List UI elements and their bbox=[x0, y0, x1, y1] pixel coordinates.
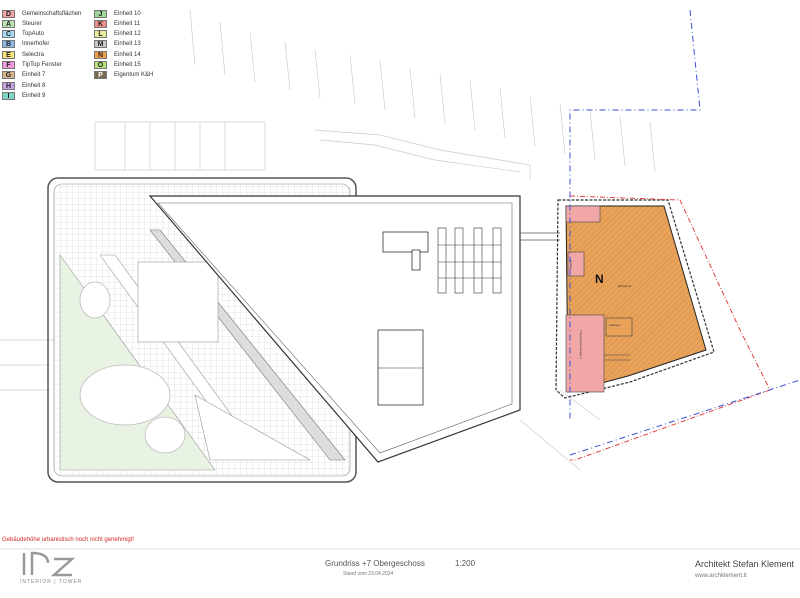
legend-label: TipTop Fenster bbox=[22, 62, 62, 68]
legend-swatch: L bbox=[94, 30, 107, 39]
legend-item: L Einheit 12 bbox=[94, 30, 141, 39]
legend-swatch: E bbox=[2, 50, 15, 59]
legend-label: Gemeinschaftsflächen bbox=[22, 10, 82, 17]
floor-plan bbox=[0, 9, 800, 550]
architect-website: www.archklement.it bbox=[695, 573, 747, 579]
room-label-elevator-2: Aufzug 2 bbox=[609, 323, 621, 327]
legend-item: B Innerhofer bbox=[2, 40, 49, 49]
right-building bbox=[555, 199, 715, 399]
legend-swatch: K bbox=[94, 19, 107, 28]
legend-label: Einheit 14 bbox=[114, 51, 141, 58]
legend-item: N Einheit 14 bbox=[94, 50, 141, 59]
legend-label: Einheit 15 bbox=[114, 62, 141, 68]
legend-label: Einheit 10 bbox=[114, 10, 141, 17]
legend-swatch: G bbox=[2, 71, 15, 80]
legend-swatch: P bbox=[94, 71, 107, 80]
logo-text: INTERIOR | TOWER bbox=[20, 579, 83, 585]
legend-label: Steurer bbox=[22, 20, 42, 27]
legend-item: M Einheit 13 bbox=[94, 40, 141, 49]
legend-label: Einheit 11 bbox=[114, 20, 141, 27]
room-label-elevator: Aufzug bbox=[569, 260, 573, 270]
legend-swatch: D bbox=[2, 9, 15, 18]
legend-label: Innerhofer bbox=[22, 41, 50, 48]
room-label-unit: Einheit 14 bbox=[618, 284, 632, 288]
legend-swatch: A bbox=[2, 19, 15, 28]
legend-item: K Einheit 11 bbox=[94, 19, 140, 28]
legend-item: F TipTop Fenster bbox=[2, 61, 62, 70]
legend-item: C TopAuto bbox=[2, 30, 44, 39]
legend-swatch: O bbox=[94, 61, 107, 69]
legend-item: A Steurer bbox=[2, 19, 42, 28]
legend-item: O Einheit 15 bbox=[94, 61, 141, 70]
legend-label: Einheit 12 bbox=[114, 31, 141, 38]
legend-item: I Einheit 9 bbox=[2, 91, 45, 100]
legend-swatch: J bbox=[94, 9, 107, 18]
legend-label: Eigentum K&H bbox=[114, 72, 154, 79]
legend-label: Einheit 13 bbox=[114, 41, 141, 48]
drawing-scale: 1:200 bbox=[455, 559, 476, 568]
legend-swatch: I bbox=[2, 91, 15, 100]
unit-label: N bbox=[595, 272, 604, 286]
legend-item: P Eigentum K&H bbox=[94, 71, 153, 80]
legend-item: G Einheit 7 bbox=[2, 71, 45, 80]
legend-swatch: H bbox=[2, 81, 15, 90]
legend-item: D Gemeinschaftsflächen bbox=[2, 9, 81, 18]
legend-label: Einheit 8 bbox=[22, 82, 46, 89]
legend-label: Selectra bbox=[22, 51, 45, 58]
legend-swatch: F bbox=[2, 61, 15, 69]
legend-swatch: M bbox=[94, 40, 107, 49]
legend-swatch: B bbox=[2, 40, 15, 49]
legend-item: E Selectra bbox=[2, 50, 44, 59]
legend-swatch: C bbox=[2, 30, 15, 39]
legend-swatch: N bbox=[94, 50, 107, 59]
bridge bbox=[520, 232, 560, 241]
legend-label: Einheit 7 bbox=[22, 72, 46, 79]
architect-name: Architekt Stefan Klement bbox=[695, 559, 795, 569]
legend-item: J Einheit 10 bbox=[94, 9, 141, 18]
drawing-date: Stand vom 23.04.2024 bbox=[343, 571, 394, 577]
drawing-title: Grundriss +7 Obergeschoss bbox=[325, 559, 425, 568]
legend-item: H Einheit 8 bbox=[2, 81, 45, 90]
legend-label: TopAuto bbox=[22, 31, 45, 38]
legend-label: Einheit 9 bbox=[22, 92, 46, 99]
room-label-stairs: Treppenhaus Etage 4 bbox=[579, 330, 583, 359]
warning-text: Gebäudehöhe urbanistisch noch nicht gene… bbox=[2, 537, 135, 543]
